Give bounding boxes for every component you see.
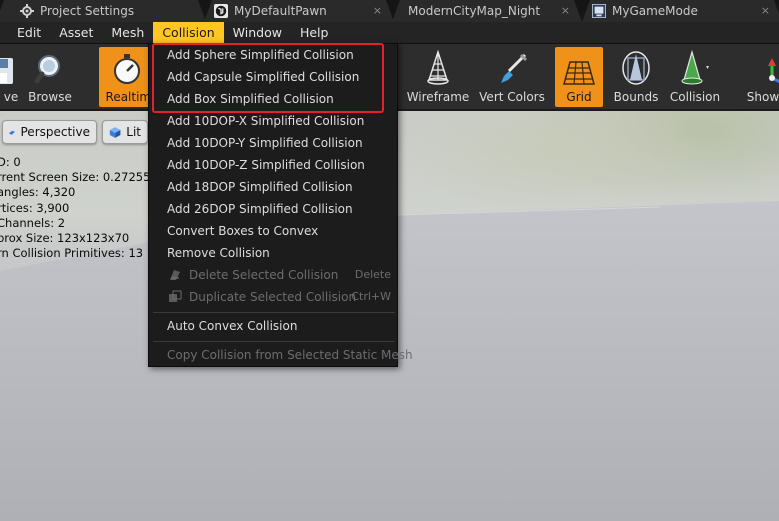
blueprint-icon bbox=[592, 4, 606, 18]
duplicate-collision-icon bbox=[169, 290, 182, 302]
browse-magnifier-icon bbox=[34, 55, 60, 84]
perspective-cube-icon bbox=[9, 130, 16, 135]
menu-separator bbox=[153, 312, 395, 313]
stat-vertices: rtices: 3,900 bbox=[0, 200, 70, 215]
menu-item-duplicate-selected-collision: Duplicate Selected Collision Ctrl+W bbox=[149, 286, 397, 308]
menu-item-convert-boxes-to-convex[interactable]: Convert Boxes to Convex bbox=[149, 220, 397, 242]
grid-icon bbox=[563, 61, 595, 85]
annotation-highlight-box bbox=[152, 43, 384, 113]
viewport-stats-overlay: D: 0 rrent Screen Size: 0.272559 angles:… bbox=[0, 155, 158, 261]
menu-item-auto-convex-collision[interactable]: Auto Convex Collision bbox=[149, 315, 397, 337]
wireframe-icon bbox=[427, 50, 449, 85]
tab-modern-city-map-night[interactable]: ModernCityMap_Night × bbox=[392, 0, 582, 22]
stat-triangles: angles: 4,320 bbox=[0, 185, 76, 200]
menu-asset[interactable]: Asset bbox=[50, 22, 102, 44]
show-icon bbox=[768, 58, 779, 84]
menu-item-add-18dop-collision[interactable]: Add 18DOP Simplified Collision bbox=[149, 176, 397, 198]
save-icon bbox=[0, 58, 13, 84]
realtime-stopwatch-icon bbox=[114, 54, 140, 84]
menu-collision[interactable]: Collision bbox=[153, 21, 224, 44]
settings-gear-icon bbox=[20, 4, 34, 18]
delete-collision-icon bbox=[170, 270, 180, 280]
stat-screen-size: rrent Screen Size: 0.272559 bbox=[0, 170, 158, 185]
menu-window[interactable]: Window bbox=[224, 22, 291, 44]
close-icon[interactable]: × bbox=[561, 4, 570, 17]
menu-help[interactable]: Help bbox=[291, 22, 338, 44]
bounds-button[interactable]: Bounds bbox=[608, 47, 664, 107]
collision-button[interactable]: Collision bbox=[667, 47, 723, 107]
stat-collision-primitives: rn Collision Primitives: 13 bbox=[0, 246, 144, 261]
tab-my-game-mode[interactable]: MyGameMode × bbox=[582, 0, 779, 22]
tab-label: Project Settings bbox=[40, 4, 135, 18]
shortcut-ctrl-w: Ctrl+W bbox=[351, 290, 391, 303]
menu-edit[interactable]: Edit bbox=[0, 22, 50, 44]
menu-item-add-10dop-y-collision[interactable]: Add 10DOP-Y Simplified Collision bbox=[149, 132, 397, 154]
vert-colors-brush-icon bbox=[501, 53, 528, 83]
lit-view-mode-button[interactable]: Lit bbox=[102, 120, 148, 144]
show-button[interactable]: Show bbox=[735, 47, 779, 107]
stat-uv-channels: Channels: 2 bbox=[0, 215, 66, 230]
unreal-logo-icon bbox=[214, 4, 228, 18]
close-icon[interactable]: × bbox=[761, 4, 770, 17]
menu-separator bbox=[153, 341, 395, 342]
grid-button[interactable]: Grid bbox=[555, 47, 603, 107]
tab-label: MyDefaultPawn bbox=[234, 4, 327, 18]
shortcut-delete: Delete bbox=[354, 268, 391, 281]
collision-icon bbox=[681, 50, 709, 85]
tab-project-settings[interactable]: Project Settings bbox=[0, 0, 206, 22]
document-tab-bar: Project Settings MyDefaultPawn × ModernC… bbox=[0, 0, 779, 22]
menu-item-copy-collision-from-selected: Copy Collision from Selected Static Mesh bbox=[167, 348, 413, 362]
close-icon[interactable]: × bbox=[373, 4, 382, 17]
browse-button[interactable]: Browse bbox=[22, 47, 78, 107]
main-menu-bar: Edit Asset Mesh Collision Window Help bbox=[0, 21, 779, 44]
perspective-button[interactable]: Perspective bbox=[2, 120, 97, 144]
lit-cube-icon bbox=[109, 126, 121, 138]
tab-label: MyGameMode bbox=[612, 4, 698, 18]
menu-item-add-10dop-x-collision[interactable]: Add 10DOP-X Simplified Collision bbox=[149, 110, 397, 132]
tab-my-default-pawn[interactable]: MyDefaultPawn × bbox=[204, 0, 394, 22]
menu-item-delete-selected-collision: Delete Selected Collision Delete bbox=[149, 264, 397, 286]
menu-mesh[interactable]: Mesh bbox=[102, 22, 153, 44]
menu-item-remove-collision[interactable]: Remove Collision bbox=[149, 242, 397, 264]
tab-label: ModernCityMap_Night bbox=[408, 4, 541, 18]
realtime-button[interactable]: Realtime bbox=[99, 47, 159, 107]
menu-item-add-26dop-collision[interactable]: Add 26DOP Simplified Collision bbox=[149, 198, 397, 220]
wireframe-button[interactable]: Wireframe bbox=[406, 47, 470, 107]
menu-item-add-10dop-z-collision[interactable]: Add 10DOP-Z Simplified Collision bbox=[149, 154, 397, 176]
stat-approx-size: prox Size: 123x123x70 bbox=[0, 231, 130, 246]
vert-colors-button[interactable]: Vert Colors bbox=[479, 47, 545, 107]
stat-lod: D: 0 bbox=[0, 155, 21, 169]
bounds-icon bbox=[622, 51, 650, 85]
